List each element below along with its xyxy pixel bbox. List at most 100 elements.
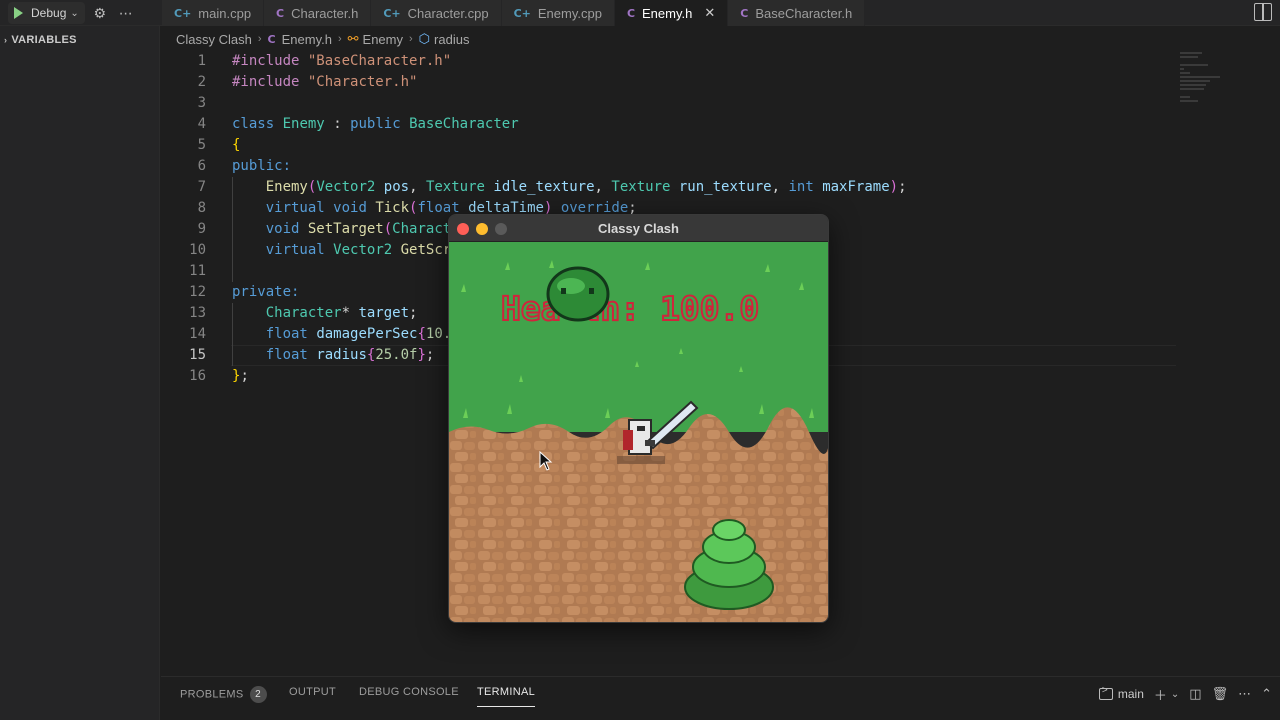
class-icon: ⚯ [347,31,359,46]
code-line[interactable]: 2 #include "Character.h" [161,72,1280,93]
breadcrumb-file[interactable]: Enemy.h [282,32,332,47]
tab-label: TERMINAL [477,686,536,698]
line-text: public: [232,158,292,174]
chevron-down-icon: ⌄ [70,7,79,19]
code-line[interactable]: 4 class Enemy : public BaseCharacter [161,114,1280,135]
tab-label: Enemy.h [642,5,693,21]
code-line[interactable]: 3 [161,93,1280,114]
code-line[interactable]: 7 Enemy(Vector2 pos, Texture idle_textur… [161,177,1280,198]
close-icon[interactable]: ✕ [704,5,715,21]
line-text: }; [232,368,249,384]
line-text: #include "Character.h" [232,74,418,90]
tab-label: PROBLEMS [180,688,244,701]
line-number: 10 [189,242,206,258]
game-canvas[interactable]: Health: 100.0 [449,242,829,623]
line-number: 8 [197,200,206,216]
breadcrumb-member[interactable]: radius [434,32,469,47]
grass-area [449,242,828,432]
split-terminal-icon[interactable]: ◫ [1189,686,1201,702]
header-file-icon: C [276,6,285,20]
tab-label: Character.cpp [407,5,489,21]
tab-character-h[interactable]: C Character.h [264,0,372,26]
cpp-file-icon: C+ [383,6,401,20]
tab-label: Character.h [291,5,359,21]
line-number: 9 [197,221,206,237]
slime-enemy [546,266,610,322]
cpp-file-icon: C+ [513,6,531,20]
line-number: 1 [197,53,206,69]
tab-character-cpp[interactable]: C+ Character.cpp [371,0,502,26]
line-text: #include "BaseCharacter.h" [232,53,452,69]
tab-label: OUTPUT [289,686,337,698]
line-number: 6 [197,158,206,174]
tab-output[interactable]: OUTPUT [289,686,336,698]
minimap[interactable] [1180,52,1220,112]
debug-config-label: Debug [31,6,67,20]
tab-label: DEBUG CONSOLE [359,686,459,698]
line-text: Character* target; [265,305,418,321]
start-debugging-icon[interactable] [14,7,23,19]
top-bar: Debug ⌄ ⚙ ⋯ C+ main.cpp C Character.h C+… [0,0,1280,26]
chevron-right-icon: › [4,35,8,45]
line-text: float damagePerSec{10. [265,326,452,342]
ellipsis-icon[interactable]: ⋯ [115,2,137,24]
tab-label: BaseCharacter.h [755,5,853,21]
line-number: 3 [197,95,206,111]
breadcrumb-class[interactable]: Enemy [363,32,403,47]
line-text: virtual Vector2 GetScr [265,242,452,258]
chevron-up-icon[interactable]: ⌃ [1261,686,1272,702]
tab-debug-console[interactable]: DEBUG CONSOLE [359,686,459,698]
tab-basecharacter-h[interactable]: C BaseCharacter.h [728,0,866,26]
line-number: 15 [189,347,206,363]
debug-sidebar: › VARIABLES [0,26,160,720]
line-number: 7 [197,179,206,195]
header-file-icon: C [740,6,749,20]
indent-guide [232,261,233,282]
chevron-right-icon: › [409,33,413,45]
bottom-panel: PROBLEMS 2 OUTPUT DEBUG CONSOLE TERMINAL … [161,676,1280,720]
line-number: 16 [189,368,206,384]
debug-config-select[interactable]: Debug ⌄ [8,2,85,24]
mouse-cursor-icon [539,451,553,471]
gear-icon[interactable]: ⚙ [89,2,111,24]
line-text: { [232,137,241,153]
tab-problems[interactable]: PROBLEMS 2 [180,686,267,703]
game-window-title: Classy Clash [598,221,679,236]
tab-enemy-cpp[interactable]: C+ Enemy.cpp [501,0,615,26]
more-actions-icon[interactable]: ⋯ [1238,686,1251,702]
terminal-name[interactable]: main [1118,687,1144,701]
chevron-right-icon: › [337,33,342,45]
line-text: class Enemy : public BaseCharacter [232,116,519,132]
code-line[interactable]: 6 public: [161,156,1280,177]
code-line[interactable]: 1 #include "BaseCharacter.h" [161,51,1280,72]
line-number: 5 [197,137,206,153]
tab-terminal[interactable]: TERMINAL [477,686,536,707]
variables-section-header[interactable]: › VARIABLES [0,26,159,46]
new-terminal-icon[interactable]: ＋ [1154,685,1167,704]
line-text: void SetTarget(Charact [265,221,452,237]
line-number: 11 [189,263,206,279]
tab-main-cpp[interactable]: C+ main.cpp [162,0,265,26]
problems-count-badge: 2 [249,686,267,703]
split-editor-icon[interactable] [1254,3,1272,21]
panel-actions: main ＋ ⌄ ◫ 🗑 ⋯ ⌃ [1098,683,1272,705]
chevron-down-icon[interactable]: ⌄ [1171,689,1179,700]
tab-label: main.cpp [198,5,252,21]
tab-label: Enemy.cpp [537,5,602,21]
game-window[interactable]: Classy Clash Health: 100.0 [448,214,829,623]
game-titlebar[interactable]: Classy Clash [449,215,828,242]
header-file-icon: C [626,6,636,20]
trash-icon[interactable]: 🗑 [1212,686,1229,702]
line-text: float radius{25.0f}; [265,347,435,363]
breadcrumb-project[interactable]: Classy Clash [176,32,252,47]
header-file-icon: C [267,32,276,46]
code-line[interactable]: 5{ [161,135,1280,156]
line-text: private: [232,284,300,300]
line-number: 14 [189,326,206,342]
variables-section-label: VARIABLES [11,34,77,46]
line-text: Enemy(Vector2 pos, Texture idle_texture,… [265,179,907,195]
line-number: 13 [189,305,206,321]
tab-enemy-h[interactable]: C Enemy.h ✕ [614,0,729,26]
health-hud-text: Health: 100.0 [501,289,759,328]
field-icon: ⬡ [418,31,431,46]
